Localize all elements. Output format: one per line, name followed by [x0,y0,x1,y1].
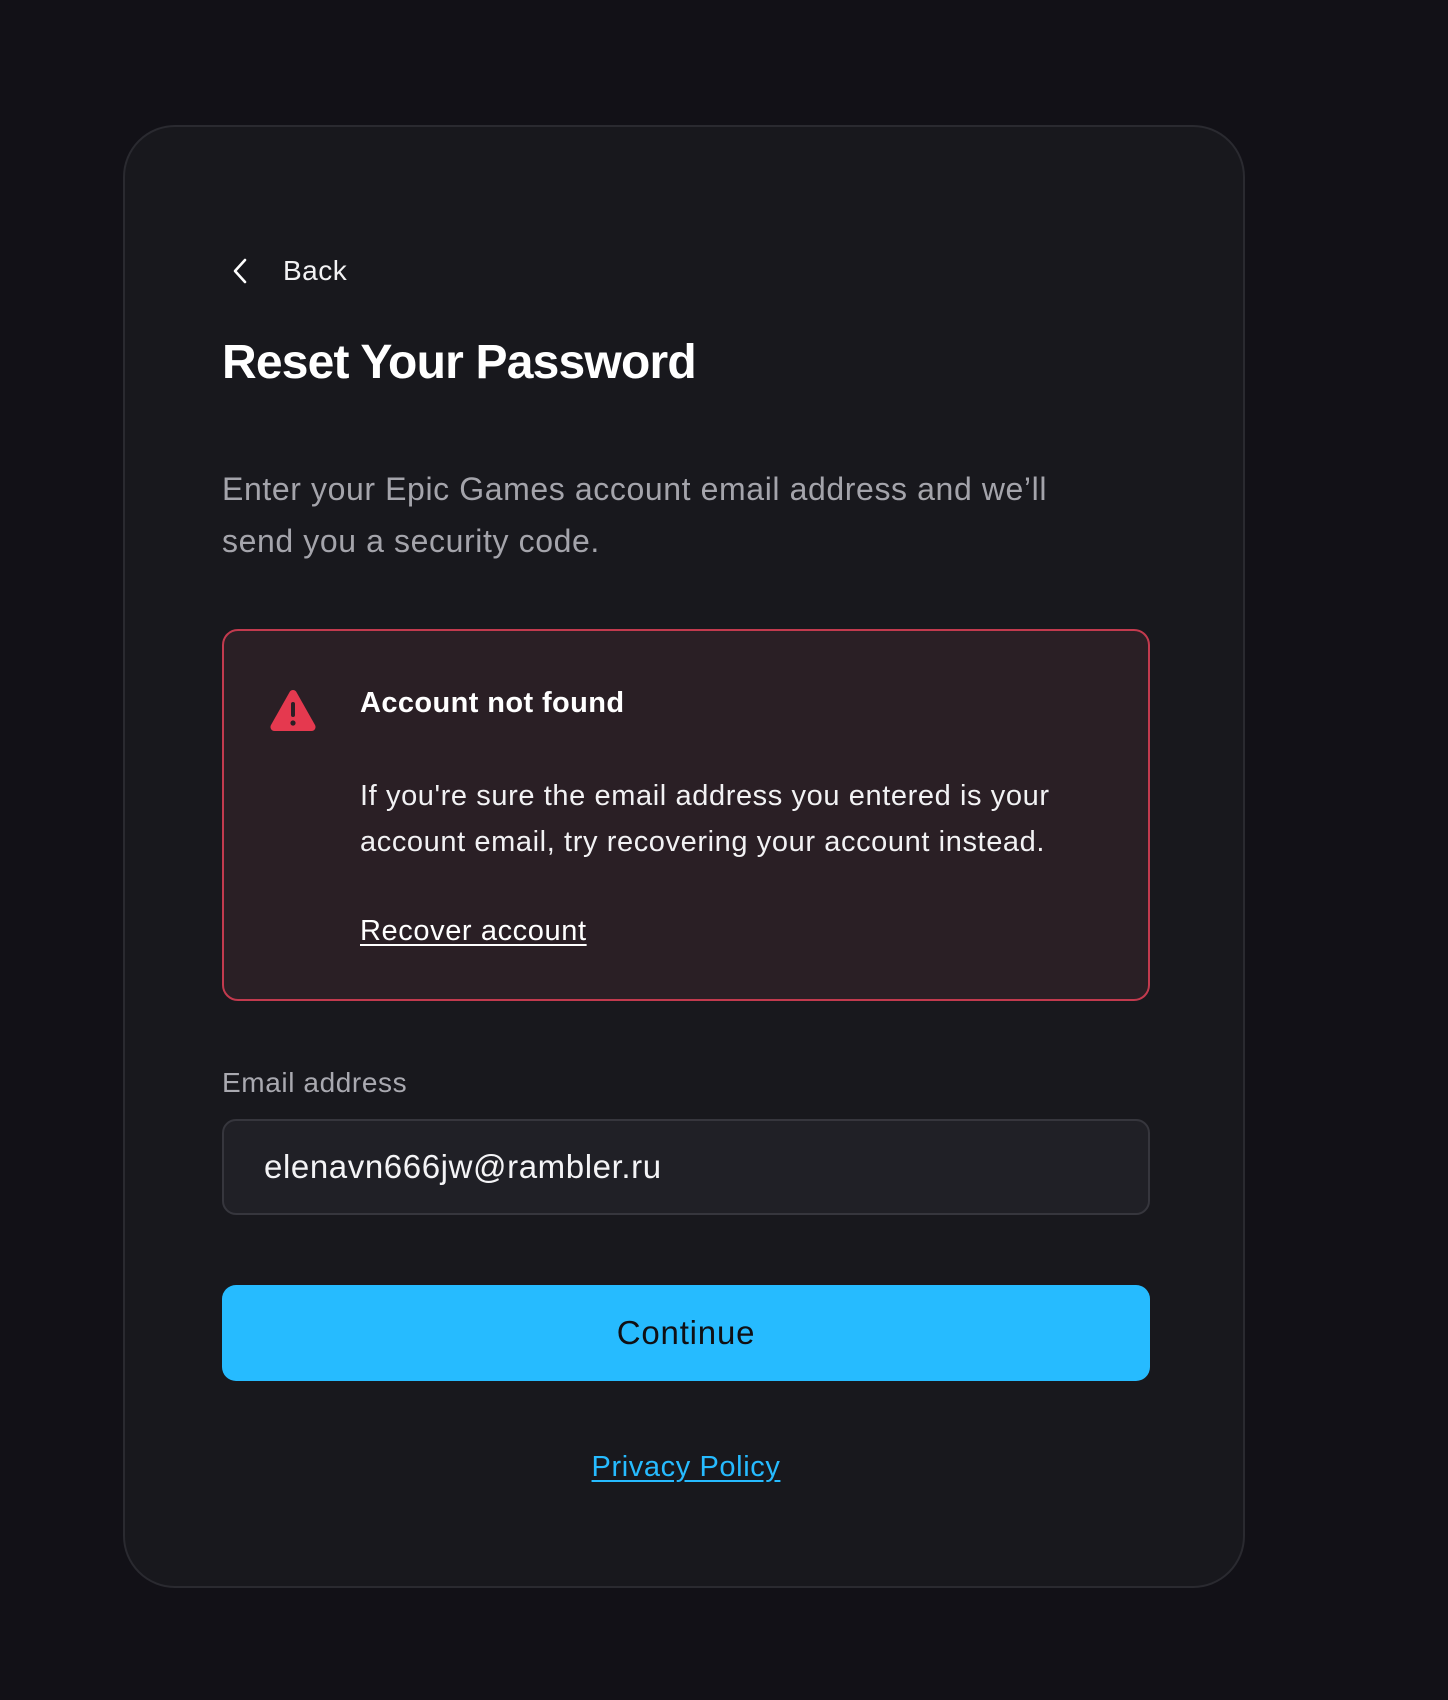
page-title: Reset Your Password [222,336,697,389]
email-field[interactable] [222,1119,1150,1215]
reset-password-card: Back Reset Your Password Enter your Epic… [123,125,1245,1588]
error-alert: Account not found If you're sure the ema… [222,629,1150,1001]
email-field-label: Email address [222,1067,408,1098]
chevron-left-icon [226,256,256,286]
continue-button[interactable]: Continue [222,1285,1150,1381]
privacy-policy-link[interactable]: Privacy Policy [592,1451,781,1483]
alert-title: Account not found [360,687,625,719]
warning-icon [268,687,318,733]
recover-account-link[interactable]: Recover account [360,915,587,948]
back-label: Back [283,255,348,286]
back-button[interactable]: Back [222,249,347,293]
page-subtitle: Enter your Epic Games account email addr… [222,471,1048,559]
alert-body: If you're sure the email address you ent… [360,780,1050,858]
privacy-policy-container: Privacy Policy [222,1451,1150,1484]
